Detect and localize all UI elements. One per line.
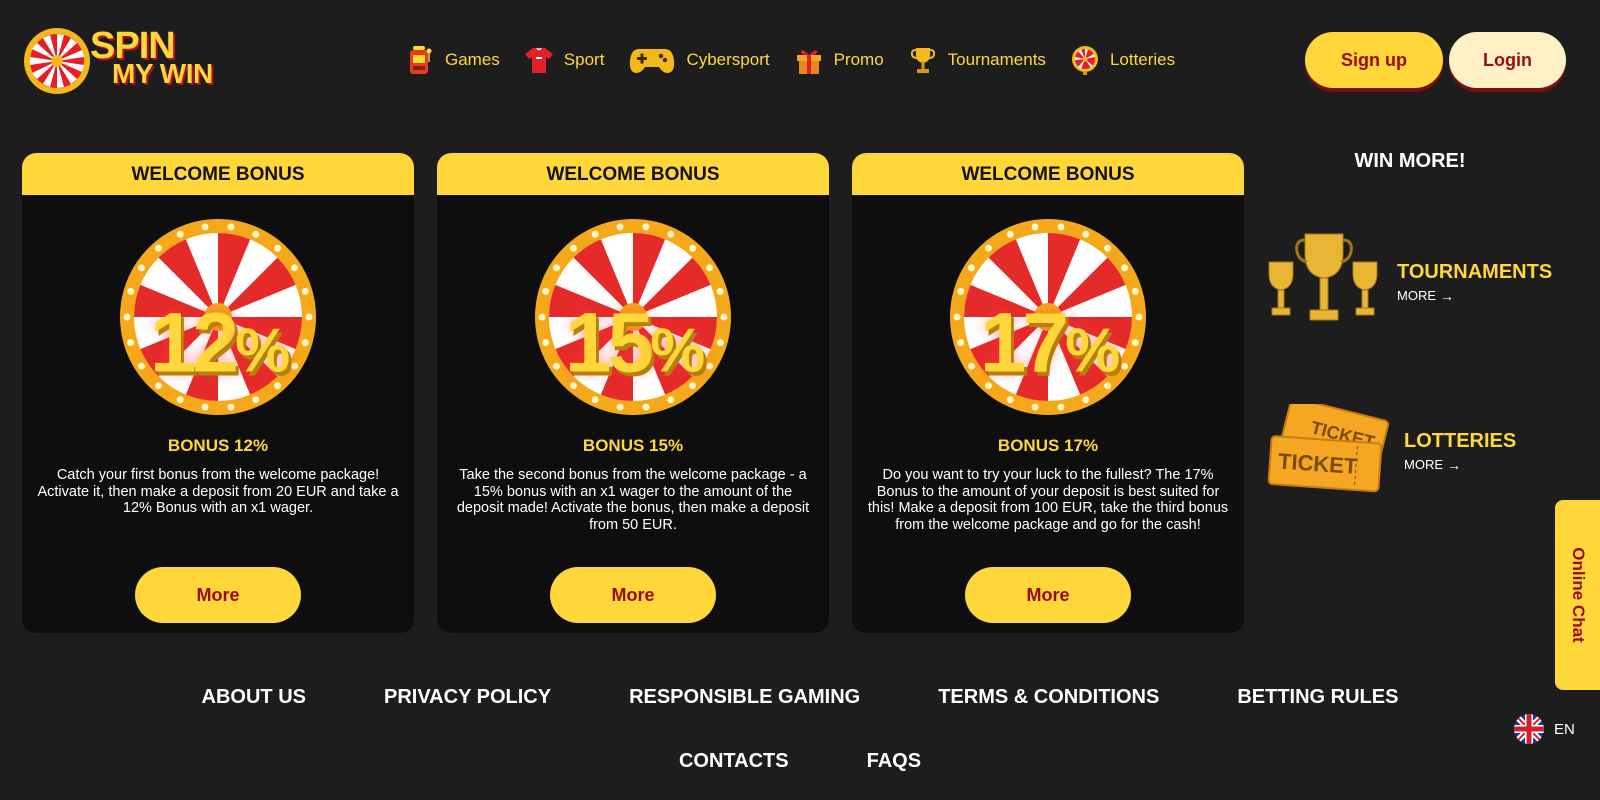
footer-link-privacy-policy[interactable]: PRIVACY POLICY	[384, 686, 551, 709]
nav-label-sport: Sport	[563, 50, 605, 69]
more-button[interactable]: More	[550, 567, 716, 623]
gamepad-icon	[628, 44, 676, 76]
arrow-right-icon: →	[1447, 456, 1461, 473]
brand-logo[interactable]: SPIN MY WIN	[22, 26, 217, 96]
footer-link-faqs[interactable]: FAQS	[867, 750, 921, 773]
footer-link-contacts[interactable]: CONTACTS	[679, 750, 789, 773]
nav-item-tournaments[interactable]: Tournaments	[908, 44, 1046, 76]
nav-item-lotteries[interactable]: Lotteries	[1070, 44, 1175, 76]
bonus-percent-number: 15	[564, 295, 654, 390]
bonus-percent-number: 12	[149, 295, 239, 390]
bonus-percent: 15%	[564, 295, 706, 390]
nav-label-tournaments: Tournaments	[947, 50, 1046, 69]
jersey-icon	[524, 44, 554, 76]
online-chat-tab[interactable]: Online Chat	[1555, 500, 1600, 690]
win-more-title: WIN MORE!	[1354, 150, 1466, 172]
signup-button[interactable]: Sign up	[1305, 32, 1443, 88]
footer-links-row2: CONTACTS FAQS	[0, 750, 1600, 773]
nav-label-games: Games	[445, 50, 500, 69]
more-button[interactable]: More	[135, 567, 301, 623]
bonus-description: Catch your first bonus from the welcome …	[37, 467, 399, 516]
bonus-card: WELCOME BONUS 15% BONUS 15% Take the sec…	[437, 153, 829, 633]
online-chat-label: Online Chat	[1568, 547, 1588, 643]
wheel-logo-icon	[24, 28, 90, 94]
bonus-percent-number: 17	[979, 295, 1069, 390]
nav-item-promo[interactable]: Promo	[794, 44, 884, 76]
language-selector[interactable]: EN	[1513, 713, 1575, 745]
nav-item-games[interactable]: Games	[405, 44, 500, 76]
nav-item-sport[interactable]: Sport	[524, 44, 605, 76]
promo-title-tournaments: TOURNAMENTS	[1397, 260, 1553, 283]
arrow-right-icon: →	[1440, 287, 1454, 304]
footer-links-row1: ABOUT US PRIVACY POLICY RESPONSIBLE GAMI…	[0, 686, 1600, 709]
bonus-description: Take the second bonus from the welcome p…	[456, 467, 810, 533]
nav-item-cybersport[interactable]: Cybersport	[628, 44, 770, 76]
footer-link-about-us[interactable]: ABOUT US	[202, 686, 306, 709]
main-nav: Games Sport Cybersport Promo Tournaments…	[405, 40, 1199, 80]
language-code: EN	[1554, 720, 1575, 738]
wheel-icon	[1070, 44, 1100, 76]
bonus-title: BONUS 15%	[582, 436, 684, 455]
card-header: WELCOME BONUS	[22, 153, 414, 195]
uk-flag-icon	[1514, 714, 1544, 744]
footer-link-responsible-gaming[interactable]: RESPONSIBLE GAMING	[629, 686, 860, 709]
more-button[interactable]: More	[965, 567, 1131, 623]
brand-wordmark: SPIN MY WIN	[90, 27, 213, 90]
promo-title-lotteries: LOTTERIES	[1404, 429, 1517, 452]
promo-lotteries[interactable]: TICKET TICKET LOTTERIES MORE →	[1266, 404, 1516, 498]
nav-label-cybersport: Cybersport	[686, 50, 770, 69]
more-label: MORE	[1397, 288, 1436, 303]
bonus-percent: 12%	[149, 295, 291, 390]
more-label: MORE	[1404, 457, 1443, 472]
trophies-icon	[1268, 233, 1378, 321]
bonus-title: BONUS 12%	[167, 436, 269, 455]
footer-link-betting-rules[interactable]: BETTING RULES	[1237, 686, 1398, 709]
bonus-card: WELCOME BONUS 12% BONUS 12% Catch your f…	[22, 153, 414, 633]
tickets-icon: TICKET TICKET	[1267, 404, 1390, 493]
bonus-title: BONUS 17%	[997, 436, 1099, 455]
promo-more-tournaments[interactable]: MORE →	[1397, 288, 1552, 304]
footer-link-terms-conditions[interactable]: TERMS & CONDITIONS	[938, 686, 1159, 709]
promo-more-lotteries[interactable]: MORE →	[1404, 457, 1516, 473]
login-button[interactable]: Login	[1449, 32, 1566, 88]
card-header: WELCOME BONUS	[852, 153, 1244, 195]
gift-icon	[794, 44, 824, 76]
brand-line2: MY WIN	[112, 58, 213, 90]
card-header: WELCOME BONUS	[437, 153, 829, 195]
trophy-icon	[908, 44, 938, 76]
slot-machine-icon	[405, 44, 435, 76]
bonus-percent: 17%	[979, 295, 1121, 390]
nav-label-lotteries: Lotteries	[1109, 50, 1176, 69]
bonus-card: WELCOME BONUS 17% BONUS 17% Do you want …	[852, 153, 1244, 633]
nav-label-promo: Promo	[833, 50, 884, 69]
bonus-description: Do you want to try your luck to the full…	[867, 467, 1229, 533]
promo-tournaments[interactable]: TOURNAMENTS MORE →	[1263, 232, 1552, 332]
